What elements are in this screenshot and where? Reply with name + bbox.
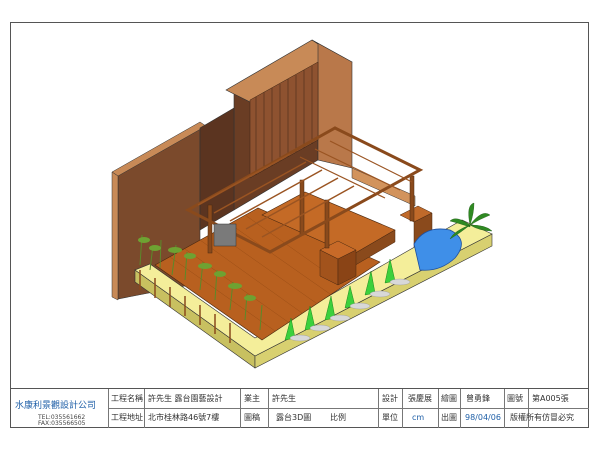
owner-label: 業主 [244,394,260,403]
copyright-notice: 版權所有仿冒必究 [510,413,574,422]
draw-label: 繪圖 [441,394,457,403]
owner-value: 許先生 [272,394,296,403]
title-block: 水康利景觀設計公司 TEL:035561662 FAX:035566505 工程… [10,388,589,428]
draw-value: 曾勇鋒 [466,394,490,403]
company-name: 水康利景觀設計公司 [15,401,97,411]
back-wall-left-end [111,171,119,301]
sheet-number: 第A005張 [532,394,569,403]
project-name: 許先生 露台園藝設計 [148,394,223,403]
drawing-sheet: 水康利景觀設計公司 TEL:035561662 FAX:035566505 工程… [0,0,600,455]
unit-value: cm [412,413,425,422]
project-address: 北市桂林路46號7樓 [148,413,220,422]
project-address-label: 工程地址 [111,413,143,422]
company-fax: FAX:035566505 [38,420,86,427]
unit-label: 單位 [382,413,398,422]
drawing-label: 圖稿 [244,413,260,422]
drawing-value: 露台3D圖 [276,413,312,422]
sheet-label: 圖號 [507,394,523,403]
scale-label: 比例 [330,413,346,422]
date-value: 98/04/06 [465,413,501,422]
isometric-garden-render [111,39,493,369]
design-value: 張慶展 [408,394,432,403]
date-label: 出圖 [441,413,457,422]
design-label: 設計 [382,394,398,403]
wall-cabinet [213,223,237,247]
project-name-label: 工程名稱 [111,394,143,403]
